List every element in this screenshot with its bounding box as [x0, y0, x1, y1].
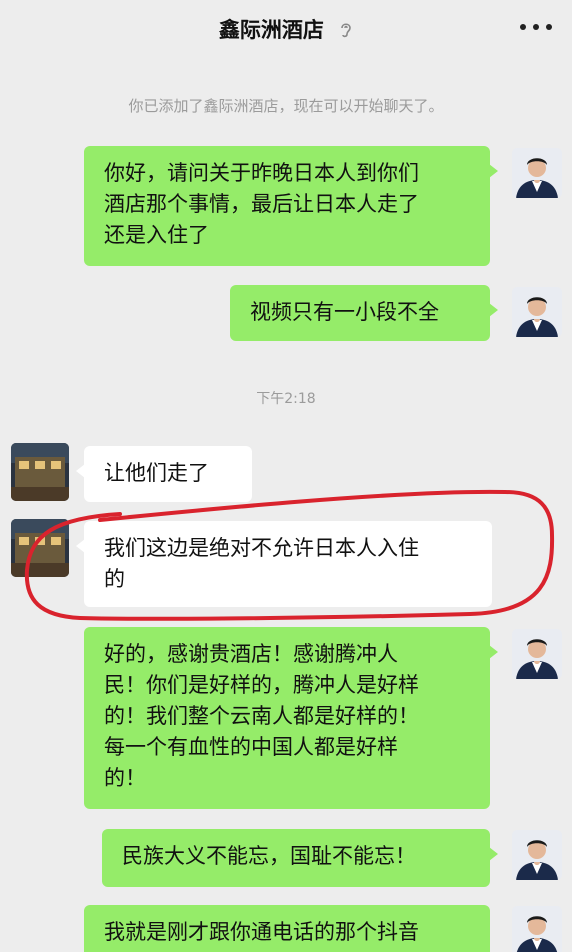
timestamp: 下午2:18	[256, 391, 316, 407]
my-avatar[interactable]	[512, 629, 562, 679]
my-avatar[interactable]	[512, 906, 562, 952]
user-avatar-icon	[512, 287, 562, 337]
message-bubble[interactable]: 让他们走了	[76, 446, 252, 502]
message-bubble[interactable]: 视频只有一小段不全	[230, 285, 498, 341]
hotel-avatar[interactable]	[11, 519, 69, 577]
system-notice: 你已添加了鑫际洲酒店，现在可以开始聊天了。	[128, 97, 444, 115]
chat-title-wrap: 鑫际洲酒店	[0, 14, 572, 44]
hotel-building-icon	[11, 443, 69, 501]
user-avatar-icon	[512, 830, 562, 880]
more-icon[interactable]	[518, 22, 554, 32]
message-bubble[interactable]: 你好，请问关于昨晚日本人到你们 酒店那个事情，最后让日本人走了 还是入住了	[84, 146, 498, 266]
message-bubble[interactable]: 好的，感谢贵酒店！感谢腾冲人 民！你们是好样的，腾冲人是好样 的！我们整个云南人…	[84, 627, 498, 809]
hotel-avatar[interactable]	[11, 443, 69, 501]
chat-header: 鑫际洲酒店	[0, 0, 572, 62]
my-avatar[interactable]	[512, 830, 562, 880]
message-bubble[interactable]: 民族大义不能忘，国耻不能忘！	[102, 829, 498, 887]
my-avatar[interactable]	[512, 287, 562, 337]
hotel-building-icon	[11, 519, 69, 577]
user-avatar-icon	[512, 629, 562, 679]
ear-icon	[339, 20, 353, 38]
message-bubble[interactable]: 我们这边是绝对不允许日本人入住 的	[76, 521, 492, 607]
my-avatar[interactable]	[512, 148, 562, 198]
message-bubble[interactable]: 我就是刚才跟你通电话的那个抖音	[84, 905, 490, 952]
chat-title: 鑫际洲酒店	[218, 18, 324, 42]
user-avatar-icon	[512, 906, 562, 952]
user-avatar-icon	[512, 148, 562, 198]
